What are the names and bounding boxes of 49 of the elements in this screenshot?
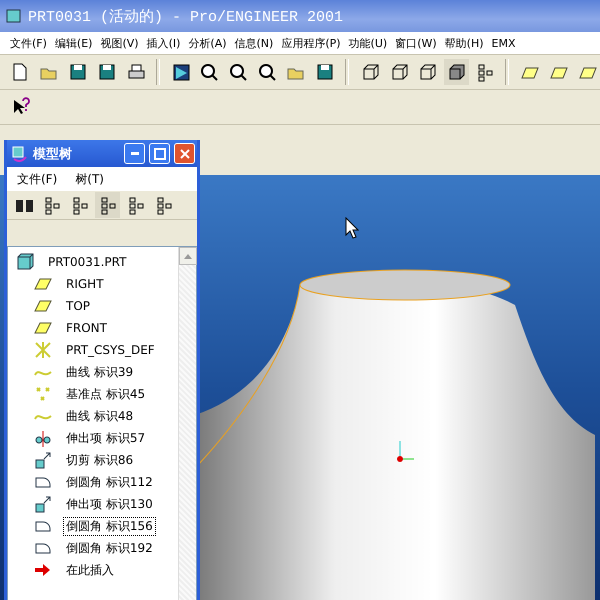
tree-item[interactable]: PRT_CSYS_DEF [64, 343, 157, 357]
close-button[interactable] [174, 143, 195, 164]
minimize-icon [130, 152, 138, 155]
toolbar-button[interactable] [444, 59, 469, 85]
menu-item[interactable]: 插入(I) [142, 36, 184, 50]
menu-item[interactable]: 文件(F) [6, 36, 51, 50]
zoom-box-icon [256, 61, 278, 83]
window-app-icon [11, 144, 29, 162]
tree-item[interactable]: 倒圆角 标识192 [64, 540, 155, 556]
tree-item[interactable]: 在此插入 [64, 562, 116, 578]
round-feature-icon [35, 542, 51, 554]
close-icon [178, 148, 190, 160]
zoom-out-icon [227, 61, 250, 83]
tree-item[interactable]: RIGHT [64, 277, 106, 291]
menu-item[interactable]: 编辑(E) [50, 36, 96, 50]
tree-item[interactable]: 伸出项 标识57 [64, 430, 148, 446]
menu-item[interactable]: 功能(U) [344, 36, 392, 50]
tree-item[interactable]: FRONT [64, 321, 109, 335]
menu-item[interactable]: 应用程序(P) [277, 36, 345, 50]
toolbar-button[interactable] [95, 192, 120, 218]
menu-item[interactable]: 文件(F) [17, 170, 58, 188]
up-arrow-icon [184, 253, 192, 259]
tree-item[interactable]: 曲线 标识48 [64, 408, 136, 424]
maximize-button[interactable] [149, 143, 170, 164]
mouse-cursor-icon [345, 217, 359, 239]
menu-item[interactable]: 分析(A) [184, 36, 231, 50]
tree-item[interactable]: 伸出项 标识130 [64, 496, 155, 512]
menu-item[interactable]: 树(T) [75, 170, 104, 188]
app-icon [6, 8, 22, 24]
window-title: 模型树 [33, 146, 73, 162]
menu-item[interactable]: 帮助(H) [440, 36, 488, 50]
scrollbar[interactable] [178, 247, 196, 600]
tree-item[interactable]: TOP [64, 299, 92, 313]
menu-item[interactable]: 窗口(W) [391, 36, 441, 50]
window-title: PRT0031 (活动的) - Pro/ENGINEER 2001 [28, 8, 344, 26]
round-feature-icon [35, 476, 51, 488]
tree-item[interactable]: 切剪 标识86 [64, 452, 136, 468]
tree-item[interactable]: 倒圆角 标识156 [64, 518, 155, 534]
tree-item[interactable]: 倒圆角 标识112 [64, 474, 155, 490]
tree-item[interactable]: 曲线 标识39 [64, 364, 136, 380]
maximize-icon [154, 148, 166, 160]
minimize-button[interactable] [124, 143, 145, 164]
menu-item[interactable]: 视图(V) [96, 36, 143, 50]
menu-item[interactable]: EMX [488, 36, 520, 50]
zoom-in-icon [198, 61, 220, 83]
round-feature-icon [35, 520, 51, 532]
menu-item[interactable]: 信息(N) [230, 36, 278, 50]
tree-item[interactable]: PRT0031.PRT [46, 255, 128, 269]
tree-item[interactable]: 基准点 标识45 [64, 386, 148, 402]
